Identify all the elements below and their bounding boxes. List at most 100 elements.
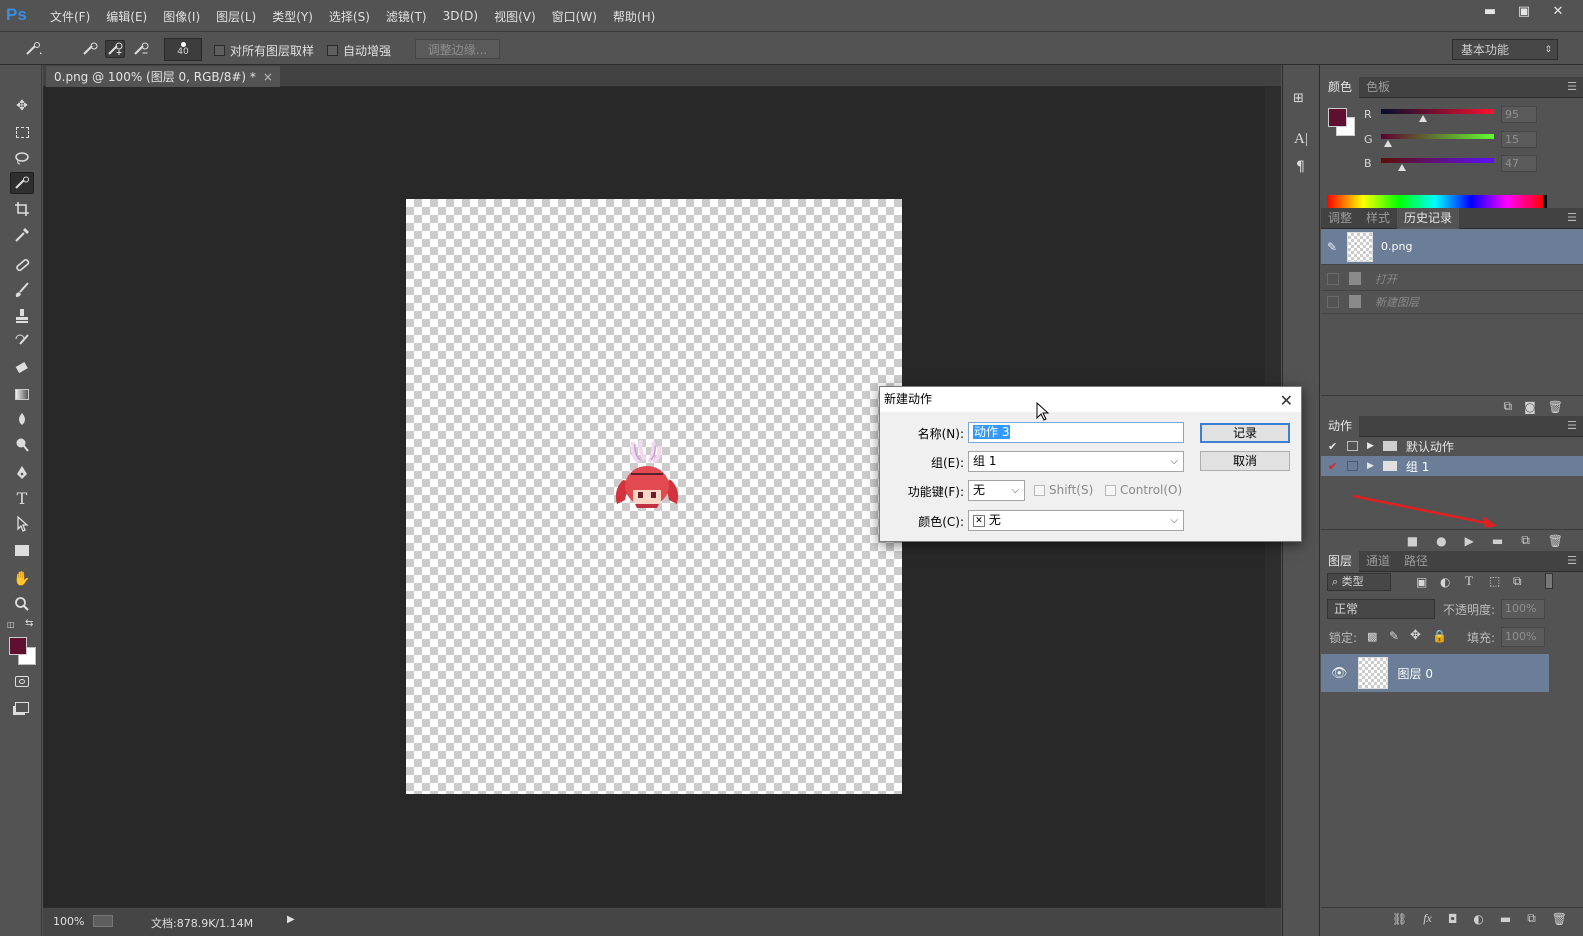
checkmark-icon[interactable]: ✔ [1328,440,1340,453]
layer-name[interactable]: 图层 0 [1398,665,1433,682]
action-name-input[interactable]: 动作 3 [968,422,1184,443]
dodge-tool-icon[interactable] [10,434,34,456]
new-layer-icon[interactable]: ⧉ [1527,911,1536,926]
maximize-button[interactable]: ▣ [1507,0,1541,22]
screen-mode-icon[interactable] [10,696,34,718]
healing-brush-tool-icon[interactable] [10,254,34,276]
tab-adjustments[interactable]: 调整 [1321,208,1359,229]
smart-object-filter-icon[interactable]: ⧉ [1513,574,1522,589]
menu-filter[interactable]: 滤镜(T) [378,8,435,25]
brush-size-picker[interactable]: 40 [164,38,202,61]
tab-history[interactable]: 历史记录 [1397,208,1460,229]
history-snapshot[interactable]: ✎ 0.png [1321,229,1583,265]
expand-arrow-icon[interactable]: ▶ [1367,461,1374,471]
adjustment-layer-icon[interactable]: ◐ [1473,912,1483,926]
dialog-toggle-icon[interactable] [1347,441,1358,451]
play-icon[interactable]: ▶ [1465,534,1474,548]
quick-selection-tool-icon[interactable] [10,172,34,194]
tab-color[interactable]: 颜色 [1321,77,1360,98]
subtract-from-selection-icon[interactable] [131,40,151,58]
b-slider-thumb[interactable] [1398,164,1406,171]
gradient-tool-icon[interactable] [10,383,34,405]
panel-menu-icon[interactable]: ☰ [1567,80,1577,93]
swap-colors-icon[interactable]: ⇆ [25,618,33,629]
tab-styles[interactable]: 样式 [1359,208,1397,229]
type-tool-icon[interactable]: T [10,487,34,509]
function-key-select[interactable]: 无 ⌵ [968,480,1025,501]
blur-tool-icon[interactable] [10,409,34,431]
rectangle-tool-icon[interactable] [10,539,34,561]
stop-icon[interactable]: ■ [1407,534,1418,548]
lock-all-icon[interactable]: 🔒 [1432,629,1447,643]
path-selection-tool-icon[interactable] [10,513,34,535]
new-action-icon[interactable]: ⧉ [1521,533,1530,548]
status-preview-icon[interactable] [93,915,113,927]
auto-enhance-checkbox[interactable]: 自动增强 [327,42,391,59]
paragraph-panel-icon[interactable]: ¶ [1296,159,1305,175]
tab-channels[interactable]: 通道 [1359,551,1397,572]
color-select[interactable]: ✕ 无 ⌵ [968,510,1184,531]
color-panel-foreground-swatch[interactable] [1328,108,1347,127]
shape-filter-icon[interactable]: ⬚ [1489,574,1500,588]
record-icon[interactable]: ● [1436,534,1446,548]
panel-menu-icon[interactable]: ☰ [1567,211,1577,224]
clone-stamp-tool-icon[interactable] [10,305,34,327]
lock-transparent-icon[interactable]: ▩ [1367,630,1377,643]
action-set-row-selected[interactable]: ✔ ▶ 组 1 [1321,456,1583,476]
history-brush-tool-icon[interactable] [10,331,34,353]
add-mask-icon[interactable]: ◘ [1448,912,1458,926]
dialog-close-icon[interactable]: ✕ [1280,389,1293,413]
pixel-filter-icon[interactable]: ▣ [1416,575,1427,589]
lock-position-icon[interactable]: ✥ [1410,628,1421,643]
foreground-color-swatch[interactable] [9,637,27,655]
menu-type[interactable]: 类型(Y) [264,8,321,25]
tab-layers[interactable]: 图层 [1321,551,1360,572]
layer-filter-select[interactable]: ⌕ 类型 [1327,573,1391,591]
g-value[interactable]: 15 [1501,131,1537,148]
quick-mask-icon[interactable] [10,670,34,692]
cancel-button[interactable]: 取消 [1200,451,1290,471]
fill-input[interactable]: 100% [1501,627,1545,647]
menu-help[interactable]: 帮助(H) [605,8,663,25]
pen-tool-icon[interactable] [10,462,34,484]
menu-layer[interactable]: 图层(L) [208,8,264,25]
history-source-box[interactable] [1327,295,1339,308]
trash-icon[interactable]: 🗑 [1548,400,1563,414]
adjustment-filter-icon[interactable]: ◐ [1440,575,1450,589]
lock-image-brush-icon[interactable]: ✎ [1389,629,1399,643]
b-value[interactable]: 47 [1501,155,1537,172]
document-tab[interactable]: 0.png @ 100% (图层 0, RGB/8#) * × [46,66,280,87]
record-button[interactable]: 记录 [1200,423,1290,443]
history-step[interactable]: 打开 [1321,267,1583,291]
menu-select[interactable]: 选择(S) [321,8,378,25]
add-to-selection-icon[interactable] [105,40,125,58]
menu-window[interactable]: 窗口(W) [544,8,605,25]
history-step[interactable]: 新建图层 [1321,290,1583,314]
character-panel-icon[interactable]: A| [1294,131,1308,148]
layer-style-fx-icon[interactable]: fx [1423,911,1432,926]
menu-image[interactable]: 图像(I) [155,8,208,25]
close-button[interactable]: ✕ [1541,0,1575,22]
move-tool-icon[interactable]: ✥ [10,95,34,117]
menu-file[interactable]: 文件(F) [42,8,98,25]
group-select[interactable]: 组 1 ⌵ [968,451,1184,472]
dialog-title-bar[interactable]: 新建动作 ✕ [880,387,1301,412]
history-source-box[interactable] [1327,272,1339,285]
control-checkbox[interactable]: Control(O) [1105,483,1182,497]
g-slider[interactable] [1381,134,1494,139]
workspace-selector[interactable]: 基本功能 ⇕ [1452,39,1558,60]
brush-tool-icon[interactable] [10,279,34,301]
refine-edge-button[interactable]: 调整边缘... [415,39,500,59]
panel-menu-icon[interactable]: ☰ [1567,554,1577,567]
camera-snapshot-icon[interactable]: ◙ [1524,400,1536,414]
b-slider[interactable] [1381,158,1494,163]
status-menu-arrow-icon[interactable]: ▶ [287,914,295,925]
eye-visibility-icon[interactable]: 👁 [1331,666,1348,681]
color-spectrum-ramp[interactable] [1327,195,1543,209]
r-slider[interactable] [1381,109,1494,114]
filter-toggle[interactable] [1545,573,1553,589]
zoom-level[interactable]: 100% [53,915,84,928]
tab-swatches[interactable]: 色板 [1359,77,1397,98]
marquee-tool-icon[interactable] [10,121,34,143]
panel-menu-icon[interactable]: ☰ [1567,419,1577,432]
